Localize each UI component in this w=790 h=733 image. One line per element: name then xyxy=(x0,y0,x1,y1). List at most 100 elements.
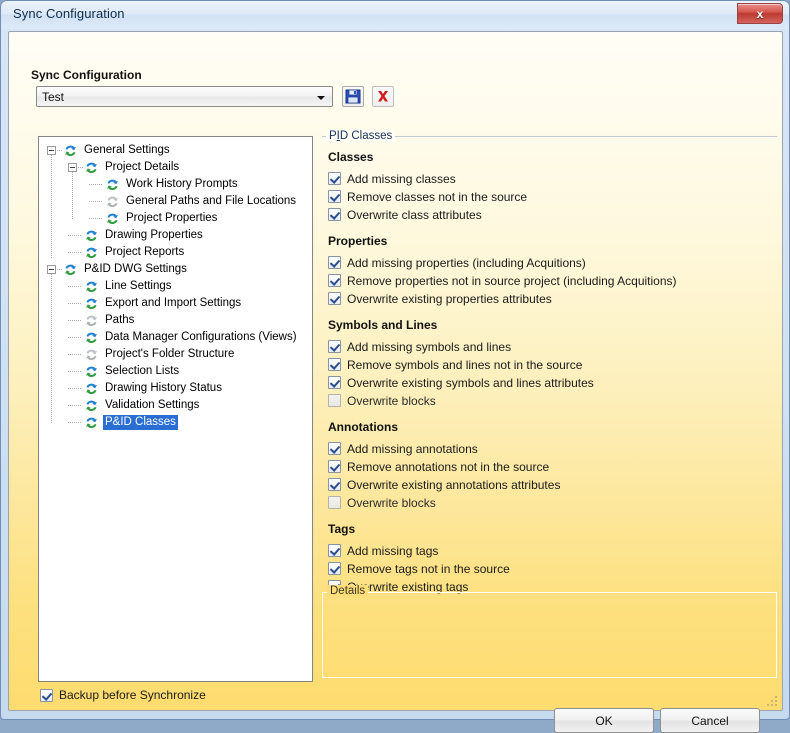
option-checkbox[interactable]: Overwrite existing properties attributes xyxy=(328,290,552,307)
section-heading: Properties xyxy=(328,234,388,248)
tree-item[interactable]: Validation Settings xyxy=(84,397,201,414)
tree-item[interactable]: Line Settings xyxy=(84,278,174,295)
tree-item[interactable]: Data Manager Configurations (Views) xyxy=(84,329,299,346)
backup-before-synchronize-checkbox[interactable]: Backup before Synchronize xyxy=(40,688,206,702)
option-checkbox[interactable]: Overwrite blocks xyxy=(328,392,436,409)
tree-connector xyxy=(68,286,82,287)
ok-button[interactable]: OK xyxy=(554,708,654,733)
settings-tree[interactable]: General Settings Project Details Work Hist… xyxy=(38,136,313,682)
sync-icon xyxy=(84,382,99,396)
checkbox-indicator xyxy=(328,274,341,287)
dialog-client-area: Sync Configuration Test General Settings… xyxy=(8,31,783,733)
option-checkbox[interactable]: Remove classes not in the source xyxy=(328,188,527,205)
tree-item[interactable]: Project Reports xyxy=(84,244,186,261)
tree-item-label: P&ID Classes xyxy=(103,415,178,430)
save-floppy-icon xyxy=(345,89,361,104)
sync-icon xyxy=(84,331,99,345)
checkbox-indicator xyxy=(328,292,341,305)
tree-connector xyxy=(68,371,82,372)
option-checkbox[interactable]: Remove tags not in the source xyxy=(328,560,510,577)
section-heading: Classes xyxy=(328,150,374,164)
tree-item-label: Work History Prompts xyxy=(126,178,238,190)
tree-connector xyxy=(68,388,82,389)
tree-connector xyxy=(68,354,82,355)
configuration-select-value: Test xyxy=(42,90,65,104)
checkbox-indicator xyxy=(40,688,53,702)
save-configuration-button[interactable] xyxy=(342,86,364,107)
delete-configuration-button[interactable] xyxy=(372,86,394,107)
section-heading: Tags xyxy=(328,522,356,536)
sync-configuration-label: Sync Configuration xyxy=(31,68,142,82)
option-checkbox[interactable]: Remove annotations not in the source xyxy=(328,458,549,475)
tree-expander[interactable] xyxy=(68,163,77,172)
title-bar[interactable]: Sync Configuration x xyxy=(1,1,789,29)
section-heading: Symbols and Lines xyxy=(328,318,438,332)
tree-item[interactable]: P&ID DWG Settings xyxy=(63,261,189,278)
sync-icon xyxy=(105,212,120,226)
option-checkbox[interactable]: Overwrite existing symbols and lines att… xyxy=(328,374,594,391)
tree-expander[interactable] xyxy=(47,265,56,274)
tree-connector xyxy=(89,218,103,219)
sync-icon xyxy=(84,314,99,328)
option-label: Overwrite existing properties attributes xyxy=(347,291,552,306)
sync-icon xyxy=(84,416,99,430)
tree-item[interactable]: General Settings xyxy=(63,142,172,159)
tree-item[interactable]: Drawing Properties xyxy=(84,227,205,244)
close-icon: x xyxy=(756,6,764,21)
tree-item[interactable]: Export and Import Settings xyxy=(84,295,243,312)
section-heading: Annotations xyxy=(328,420,398,434)
tree-item[interactable]: Project Details xyxy=(84,159,181,176)
tree-item[interactable]: Selection Lists xyxy=(84,363,181,380)
option-checkbox[interactable]: Add missing classes xyxy=(328,170,456,187)
tree-item[interactable]: P&ID Classes xyxy=(84,414,178,431)
checkbox-indicator xyxy=(328,460,341,473)
checkbox-indicator xyxy=(328,496,341,509)
option-checkbox[interactable]: Add missing annotations xyxy=(328,440,478,457)
option-checkbox[interactable]: Add missing symbols and lines xyxy=(328,338,511,355)
sync-icon xyxy=(84,399,99,413)
option-label: Add missing annotations xyxy=(347,441,478,456)
tree-connector xyxy=(68,303,82,304)
option-checkbox[interactable]: Remove properties not in source project … xyxy=(328,272,677,289)
tree-item[interactable]: General Paths and File Locations xyxy=(105,193,298,210)
sync-icon xyxy=(84,229,99,243)
tree-guide xyxy=(51,274,52,423)
tree-item[interactable]: Paths xyxy=(84,312,136,329)
tree-item[interactable]: Work History Prompts xyxy=(105,176,240,193)
tree-item-label: Line Settings xyxy=(105,280,172,292)
option-checkbox[interactable]: Overwrite blocks xyxy=(328,494,436,511)
option-checkbox[interactable]: Overwrite existing annotations attribute… xyxy=(328,476,560,493)
option-checkbox[interactable]: Overwrite class attributes xyxy=(328,206,482,223)
tree-item[interactable]: Project's Folder Structure xyxy=(84,346,236,363)
sync-icon xyxy=(84,246,99,260)
option-label: Overwrite blocks xyxy=(347,495,436,510)
sync-icon xyxy=(84,365,99,379)
tree-item-label: Project Details xyxy=(105,161,180,173)
close-button[interactable]: x xyxy=(737,3,783,24)
delete-x-icon xyxy=(378,91,388,102)
option-label: Add missing classes xyxy=(347,171,456,186)
details-group: Details xyxy=(322,585,777,678)
checkbox-indicator xyxy=(328,544,341,557)
tree-connector xyxy=(68,235,82,236)
tree-guide xyxy=(51,155,52,258)
resize-grip[interactable] xyxy=(767,696,779,708)
configuration-select[interactable]: Test xyxy=(36,86,333,107)
option-label: Overwrite blocks xyxy=(347,393,436,408)
checkbox-indicator xyxy=(328,340,341,353)
tree-expander[interactable] xyxy=(47,146,56,155)
tree-connector xyxy=(68,405,82,406)
tree-item[interactable]: Project Properties xyxy=(105,210,219,227)
tree-item-label: Export and Import Settings xyxy=(105,297,242,309)
tree-item-label: Validation Settings xyxy=(105,399,200,411)
details-textbox[interactable] xyxy=(322,592,777,678)
cancel-button[interactable]: Cancel xyxy=(660,708,760,733)
option-checkbox[interactable]: Remove symbols and lines not in the sour… xyxy=(328,356,582,373)
sync-icon xyxy=(105,195,120,209)
tree-connector xyxy=(68,337,82,338)
option-checkbox[interactable]: Add missing properties (including Acquit… xyxy=(328,254,586,271)
tree-item-label: Project's Folder Structure xyxy=(105,348,235,360)
tree-item[interactable]: Drawing History Status xyxy=(84,380,224,397)
tree-item-label: P&ID DWG Settings xyxy=(84,263,187,275)
option-checkbox[interactable]: Add missing tags xyxy=(328,542,438,559)
